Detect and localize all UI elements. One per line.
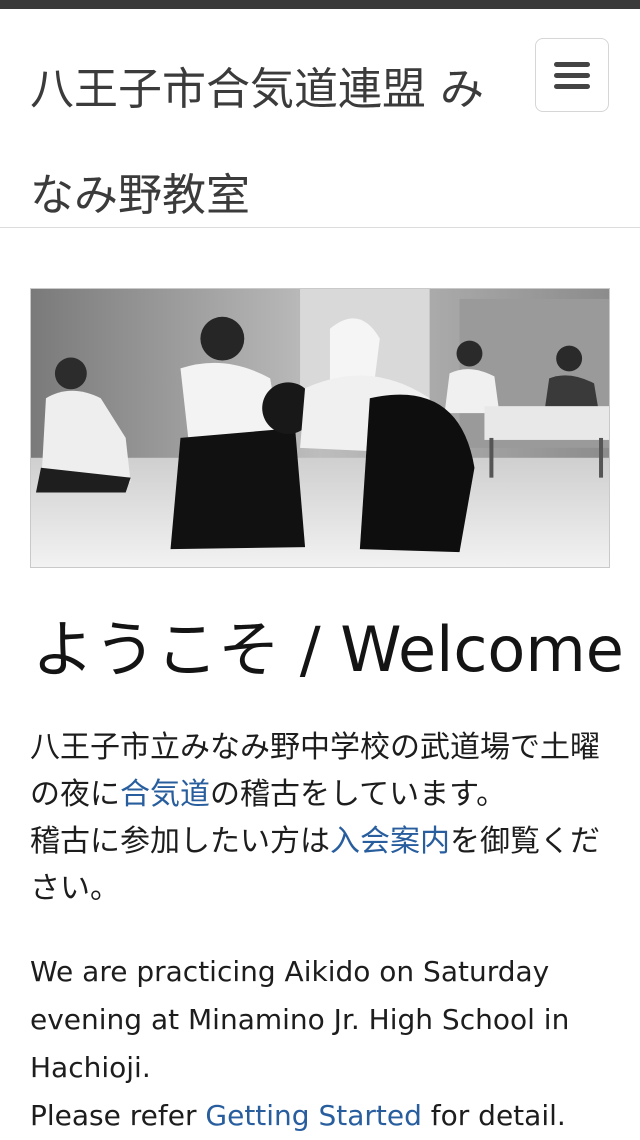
admission-guide-link[interactable]: 入会案内 bbox=[330, 824, 450, 859]
intro-ja-text-3: 稽古に参加したい方は bbox=[30, 824, 330, 859]
top-bar bbox=[0, 0, 640, 9]
getting-started-link[interactable]: Getting Started bbox=[205, 1099, 421, 1132]
menu-toggle-button[interactable] bbox=[535, 38, 609, 112]
intro-en-text-3: for detail. bbox=[421, 1099, 566, 1132]
aikido-link[interactable]: 合気道 bbox=[120, 777, 210, 812]
intro-ja-text-2: の稽古をしています。 bbox=[210, 777, 507, 812]
intro-en-text-1: We are practicing Aikido on Saturday eve… bbox=[30, 955, 570, 1084]
navbar: 八王子市合気道連盟 みなみ野教室 bbox=[0, 9, 640, 228]
aikido-photo bbox=[31, 289, 609, 567]
hamburger-menu-icon bbox=[554, 61, 590, 67]
hamburger-menu-icon bbox=[554, 72, 590, 78]
intro-en-text-2: Please refer bbox=[30, 1099, 206, 1132]
hero-image bbox=[30, 288, 610, 568]
intro-english: We are practicing Aikido on Saturday eve… bbox=[30, 948, 610, 1140]
hamburger-menu-icon bbox=[554, 83, 590, 89]
site-title[interactable]: 八王子市合気道連盟 みなみ野教室 bbox=[30, 37, 510, 249]
welcome-heading: ようこそ / Welcome bbox=[32, 613, 624, 686]
intro-japanese: 八王子市立みなみ野中学校の武道場で土曜の夜に合気道の稽古をしています。 稽古に参加… bbox=[30, 724, 610, 912]
